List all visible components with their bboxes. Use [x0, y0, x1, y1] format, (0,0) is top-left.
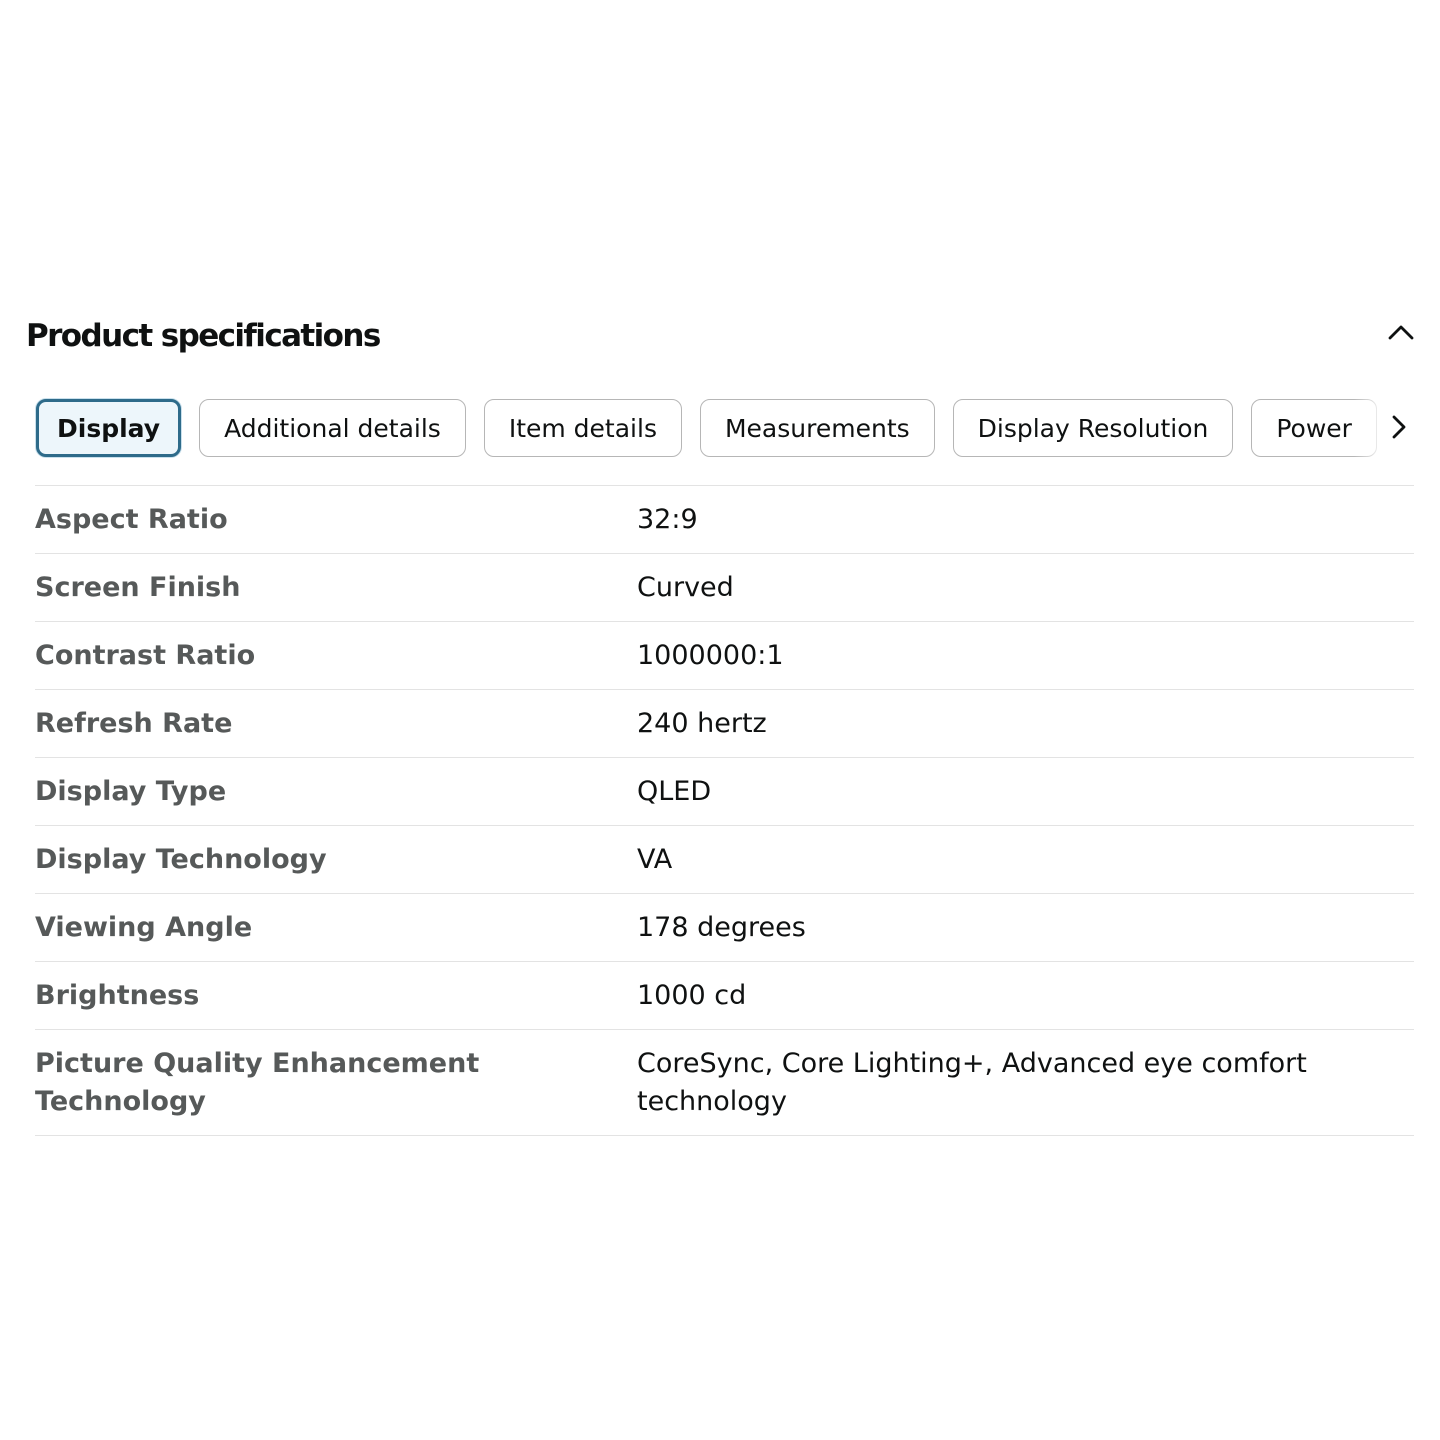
collapse-button[interactable]: [1386, 318, 1416, 348]
spec-value: 1000 cd: [637, 980, 747, 1011]
spec-label: Refresh Rate: [35, 708, 233, 739]
spec-value: 178 degrees: [637, 912, 806, 943]
tab-measurements[interactable]: Measurements: [699, 399, 935, 457]
section-header: Product specifications: [26, 312, 1416, 360]
spec-value: 32:9: [637, 504, 698, 535]
spec-row: Contrast Ratio 1000000:1: [35, 622, 1414, 690]
section-title: Product specifications: [26, 318, 381, 354]
spec-table: Aspect Ratio 32:9 Screen Finish Curved C…: [35, 485, 1414, 1136]
spec-row: Display Technology VA: [35, 826, 1414, 894]
spec-value: 1000000:1: [637, 640, 784, 671]
spec-value: VA: [637, 844, 673, 875]
chevron-up-icon: [1388, 325, 1414, 340]
spec-row: Viewing Angle 178 degrees: [35, 894, 1414, 962]
spec-row: Screen Finish Curved: [35, 554, 1414, 622]
spec-label: Screen Finish: [35, 572, 241, 603]
spec-value: QLED: [637, 776, 712, 807]
product-specifications-page: Product specifications Display Additiona…: [0, 0, 1440, 1440]
spec-row: Aspect Ratio 32:9: [35, 486, 1414, 554]
spec-row: Brightness 1000 cd: [35, 962, 1414, 1030]
tab-label: Display: [57, 413, 161, 443]
tab-item-details[interactable]: Item details: [483, 399, 682, 457]
tab-label: Power: [1276, 413, 1352, 443]
spec-label: Picture Quality Enhancement Technology: [35, 1048, 480, 1117]
spec-label: Brightness: [35, 980, 200, 1011]
spec-value: CoreSync, Core Lighting+, Advanced eye c…: [637, 1048, 1307, 1117]
spec-label: Aspect Ratio: [35, 504, 228, 535]
tab-display-resolution[interactable]: Display Resolution: [952, 399, 1234, 457]
tab-label: Item details: [508, 413, 657, 443]
spec-label: Display Technology: [35, 844, 327, 875]
tabs-scroll-next-button[interactable]: [1384, 412, 1414, 442]
spec-value: 240 hertz: [637, 708, 767, 739]
spec-row: Refresh Rate 240 hertz: [35, 690, 1414, 758]
tab-label: Measurements: [724, 413, 910, 443]
spec-tabs: Display Additional details Item details …: [34, 398, 1414, 460]
spec-row: Picture Quality Enhancement Technology C…: [35, 1030, 1414, 1136]
spec-value: Curved: [637, 572, 734, 603]
tab-additional-details[interactable]: Additional details: [199, 399, 466, 457]
spec-row: Display Type QLED: [35, 758, 1414, 826]
spec-label: Display Type: [35, 776, 227, 807]
spec-label: Viewing Angle: [35, 912, 253, 943]
tab-label: Additional details: [224, 413, 441, 443]
chevron-right-icon: [1392, 415, 1406, 439]
spec-label: Contrast Ratio: [35, 640, 256, 671]
tab-label: Display Resolution: [977, 413, 1209, 443]
tab-display[interactable]: Display: [36, 399, 182, 457]
